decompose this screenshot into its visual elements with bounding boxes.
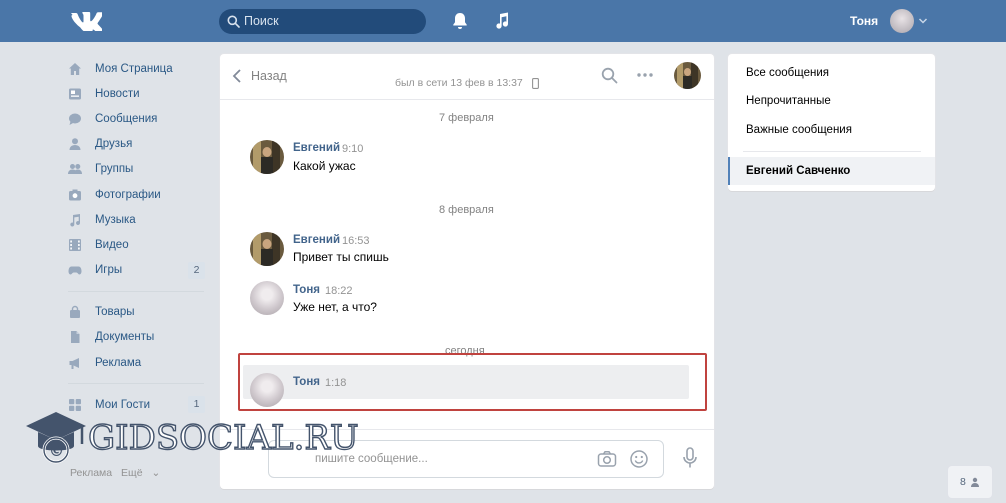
sidebar-item-games[interactable]: Игры 2 — [62, 258, 210, 283]
message-time: 16:53 — [342, 235, 370, 247]
nav-divider — [68, 290, 204, 292]
panel-divider — [743, 151, 921, 152]
messages-icon — [69, 113, 81, 125]
news-icon — [69, 88, 81, 100]
sidebar-item-label: Игры — [95, 264, 123, 277]
counter-value: 8 — [960, 476, 966, 488]
more-icon[interactable] — [636, 68, 654, 82]
groups-icon — [68, 164, 82, 175]
left-nav: Моя Страница Новости Сообщения Друзья Гр… — [62, 56, 210, 417]
video-icon — [69, 238, 81, 251]
message-time: 9:10 — [342, 143, 364, 155]
online-friends-counter[interactable]: 8 — [948, 466, 992, 498]
message-time: 18:22 — [325, 285, 353, 297]
home-icon — [69, 62, 81, 75]
chevron-left-icon[interactable] — [232, 68, 242, 84]
avatar[interactable] — [674, 62, 701, 89]
back-button[interactable]: Назад — [251, 69, 287, 83]
nav-divider — [68, 383, 204, 385]
svg-text:©: © — [49, 442, 64, 460]
message-author[interactable]: Евгений — [293, 234, 340, 246]
mobile-icon — [532, 78, 539, 89]
sidebar-item-label: Фотографии — [95, 188, 161, 201]
games-count-badge: 2 — [188, 261, 205, 279]
sidebar-item-friends[interactable]: Друзья — [62, 132, 210, 157]
ads-icon — [69, 357, 79, 369]
sidebar-item-groups[interactable]: Группы — [62, 157, 210, 182]
sidebar-item-label: Группы — [95, 163, 134, 176]
sidebar-item-label: Видео — [95, 238, 129, 251]
message-author[interactable]: Тоня — [293, 284, 320, 296]
message-text: Какой ужас — [293, 159, 356, 173]
person-icon — [971, 477, 979, 487]
filter-unread[interactable]: Непрочитанные — [746, 95, 831, 107]
avatar[interactable] — [250, 232, 284, 266]
search-input[interactable]: Поиск — [219, 9, 426, 34]
photos-icon — [69, 189, 81, 201]
camera-icon[interactable] — [597, 450, 617, 468]
messages-filter-panel: Все сообщения Непрочитанные Важные сообщ… — [728, 54, 935, 191]
active-conversation[interactable]: Евгений Савченко — [728, 157, 935, 185]
search-icon — [227, 15, 240, 28]
date-divider: 8 февраля — [439, 204, 494, 216]
sidebar-item-label: Реклама — [95, 356, 142, 369]
sidebar-item-label: Товары — [95, 306, 135, 319]
games-icon — [68, 266, 82, 275]
market-icon — [70, 306, 80, 319]
avatar[interactable] — [250, 281, 284, 315]
avatar[interactable] — [250, 140, 284, 174]
chevron-down-icon[interactable] — [918, 16, 928, 26]
sidebar-item-news[interactable]: Новости — [62, 81, 210, 106]
top-bar: Поиск Тоня — [0, 0, 1006, 42]
filter-all-messages[interactable]: Все сообщения — [746, 67, 829, 79]
smile-icon[interactable] — [629, 449, 649, 469]
music-note-icon[interactable] — [492, 11, 512, 31]
bell-icon[interactable] — [450, 11, 470, 31]
microphone-icon[interactable] — [682, 447, 698, 469]
music-icon — [70, 213, 80, 227]
message-text: Уже нет, а что? — [293, 300, 377, 314]
vk-logo-icon[interactable] — [70, 11, 102, 31]
friends-icon — [69, 138, 81, 151]
sidebar-item-music[interactable]: Музыка — [62, 207, 210, 232]
filter-important[interactable]: Важные сообщения — [746, 124, 852, 136]
sidebar-item-ads[interactable]: Реклама — [62, 350, 210, 375]
chat-header: Назад был в сети 13 фев в 13:37 — [220, 54, 714, 100]
sidebar-item-photos[interactable]: Фотографии — [62, 182, 210, 207]
last-seen-status: был в сети 13 фев в 13:37 — [395, 77, 523, 89]
sidebar-item-video[interactable]: Видео — [62, 232, 210, 257]
avatar[interactable] — [890, 9, 914, 33]
highlight-frame — [238, 353, 707, 411]
sidebar-item-label: Новости — [95, 87, 140, 100]
active-conversation-label: Евгений Савченко — [746, 165, 851, 177]
search-icon[interactable] — [601, 67, 618, 84]
sidebar-item-label: Музыка — [95, 213, 136, 226]
user-name[interactable]: Тоня — [850, 14, 878, 28]
date-divider: 7 февраля — [439, 112, 494, 124]
sidebar-item-label: Моя Страница — [95, 62, 173, 75]
message-author[interactable]: Евгений — [293, 142, 340, 154]
sidebar-item-my-page[interactable]: Моя Страница — [62, 56, 210, 81]
sidebar-item-label: Сообщения — [95, 112, 158, 125]
sidebar-item-label: Документы — [95, 331, 155, 344]
message-text: Привет ты спишь — [293, 250, 389, 264]
sidebar-item-documents[interactable]: Документы — [62, 325, 210, 350]
sidebar-item-market[interactable]: Товары — [62, 300, 210, 325]
watermark-text: GIDSOCIAL.RU — [87, 417, 359, 458]
sidebar-item-label: Друзья — [95, 138, 133, 151]
search-placeholder: Поиск — [244, 14, 279, 28]
sidebar-item-messages[interactable]: Сообщения — [62, 106, 210, 131]
documents-icon — [71, 331, 80, 344]
